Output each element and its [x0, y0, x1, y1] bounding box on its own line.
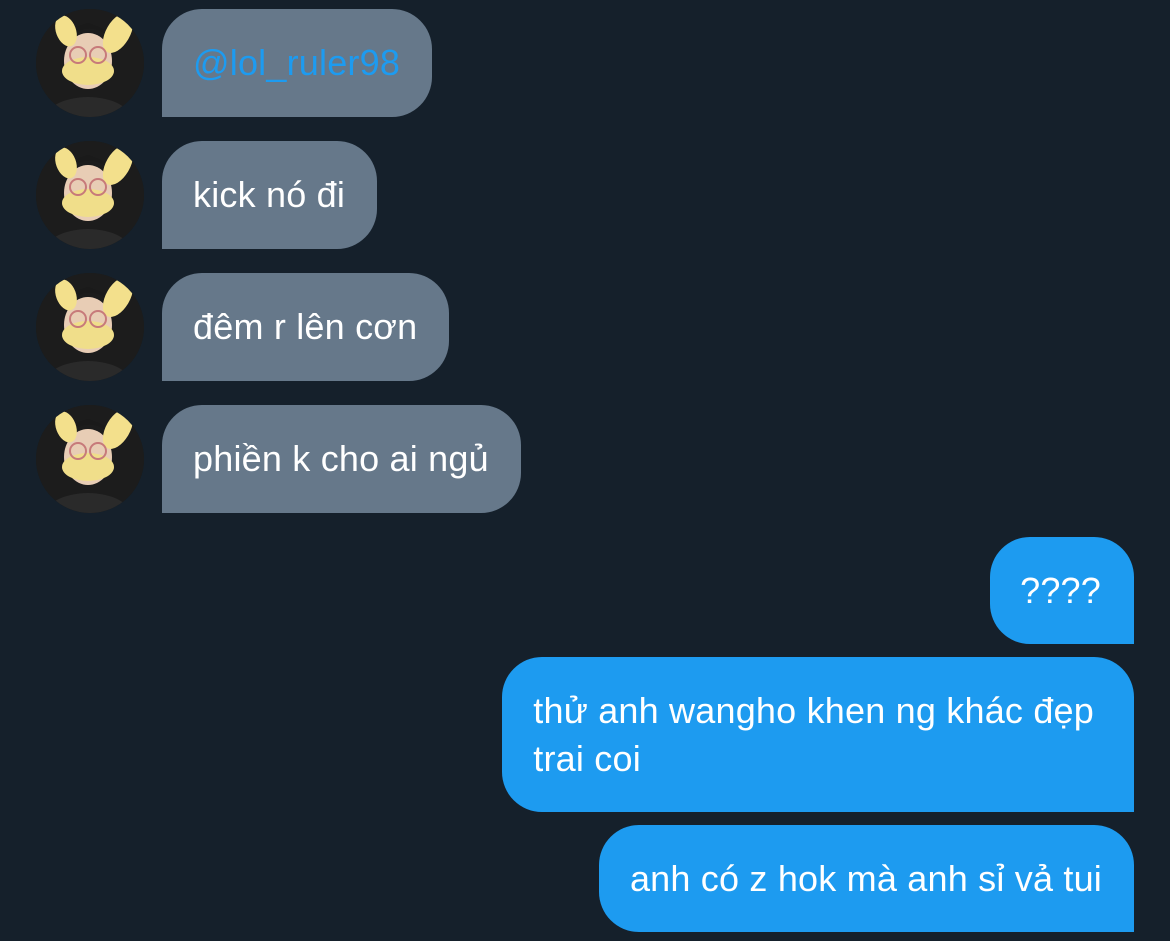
message-text-line: thử anh wangho khen ng khác đẹp — [533, 690, 1094, 731]
message-text: phiền k cho ai ngủ — [193, 438, 489, 479]
message-bubble-outgoing[interactable]: thử anh wangho khen ng khác đẹp trai coi — [502, 657, 1134, 812]
message-bubble-incoming[interactable]: @lol_ruler98 — [162, 9, 433, 117]
message-bubble-incoming[interactable]: kick nó đi — [162, 141, 378, 249]
message-text: kick nó đi — [193, 174, 346, 215]
message-text: đêm r lên cơn — [193, 306, 418, 347]
message-text: ???? — [1020, 570, 1101, 611]
message-bubble-incoming[interactable]: phiền k cho ai ngủ — [162, 405, 521, 513]
sender-avatar[interactable] — [36, 273, 144, 381]
avatar-photo-icon — [36, 9, 144, 117]
sender-avatar[interactable] — [36, 141, 144, 249]
message-bubble-incoming[interactable]: đêm r lên cơn — [162, 273, 450, 381]
sender-avatar[interactable] — [36, 405, 144, 513]
avatar-photo-icon — [36, 405, 144, 513]
mention-link[interactable]: @lol_ruler98 — [193, 42, 400, 83]
avatar-photo-icon — [36, 141, 144, 249]
message-text: anh có z hok mà anh sỉ vả tui — [629, 858, 1102, 899]
message-text-line: trai coi — [533, 738, 641, 779]
dm-conversation-thread: @lol_ruler98 kick nó đi đêm r lên cơn ph… — [0, 0, 1170, 941]
avatar-photo-icon — [36, 273, 144, 381]
sender-avatar[interactable] — [36, 9, 144, 117]
message-bubble-outgoing[interactable]: ???? — [990, 537, 1134, 644]
message-bubble-outgoing[interactable]: anh có z hok mà anh sỉ vả tui — [598, 825, 1134, 932]
